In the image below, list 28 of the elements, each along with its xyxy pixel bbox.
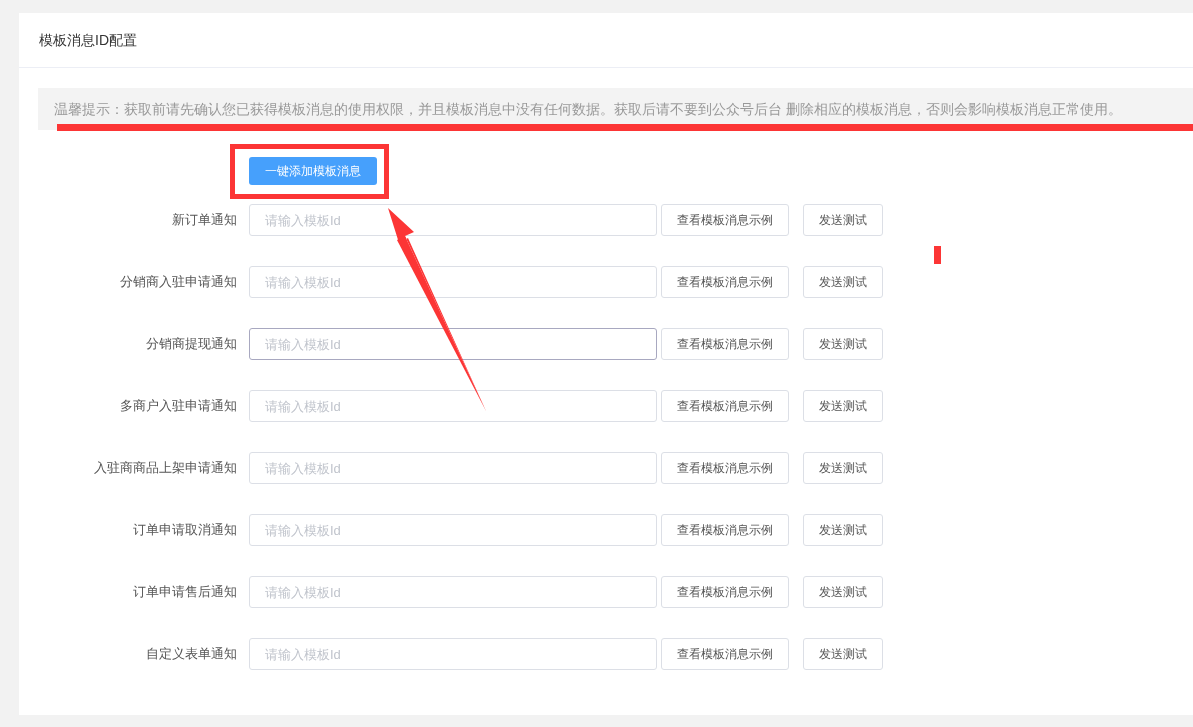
- view-example-button[interactable]: 查看模板消息示例: [661, 266, 789, 298]
- send-test-button[interactable]: 发送测试: [803, 204, 883, 236]
- send-test-button[interactable]: 发送测试: [803, 266, 883, 298]
- field-label: 多商户入驻申请通知: [119, 397, 237, 416]
- view-example-button[interactable]: 查看模板消息示例: [661, 204, 789, 236]
- template-id-input[interactable]: 请输入模板Id: [249, 328, 657, 360]
- send-test-button[interactable]: 发送测试: [803, 576, 883, 608]
- field-label: 订单申请售后通知: [132, 583, 237, 602]
- field-label: 入驻商商品上架申请通知: [93, 459, 237, 478]
- field-label: 新订单通知: [171, 211, 237, 230]
- view-example-button[interactable]: 查看模板消息示例: [661, 514, 789, 546]
- send-test-button[interactable]: 发送测试: [803, 514, 883, 546]
- view-example-button[interactable]: 查看模板消息示例: [661, 328, 789, 360]
- send-test-button[interactable]: 发送测试: [803, 638, 883, 670]
- send-test-button[interactable]: 发送测试: [803, 328, 883, 360]
- field-label: 分销商提现通知: [145, 335, 237, 354]
- panel-title: 模板消息ID配置: [39, 30, 137, 50]
- annotation-mark: [934, 246, 941, 264]
- view-example-button[interactable]: 查看模板消息示例: [661, 452, 789, 484]
- view-example-button[interactable]: 查看模板消息示例: [661, 576, 789, 608]
- send-test-button[interactable]: 发送测试: [803, 452, 883, 484]
- field-label: 分销商入驻申请通知: [119, 273, 237, 292]
- view-example-button[interactable]: 查看模板消息示例: [661, 390, 789, 422]
- view-example-button[interactable]: 查看模板消息示例: [661, 638, 789, 670]
- send-test-button[interactable]: 发送测试: [803, 390, 883, 422]
- field-label: 自定义表单通知: [145, 645, 237, 664]
- notice-text: 温馨提示：获取前请先确认您已获得模板消息的使用权限，并且模板消息中没有任何数据。获取后请不要到公众号后台 删除相应的模板消息，否则会影响模板消息正常使用。: [54, 99, 1122, 119]
- field-label: 订单申请取消通知: [132, 521, 237, 540]
